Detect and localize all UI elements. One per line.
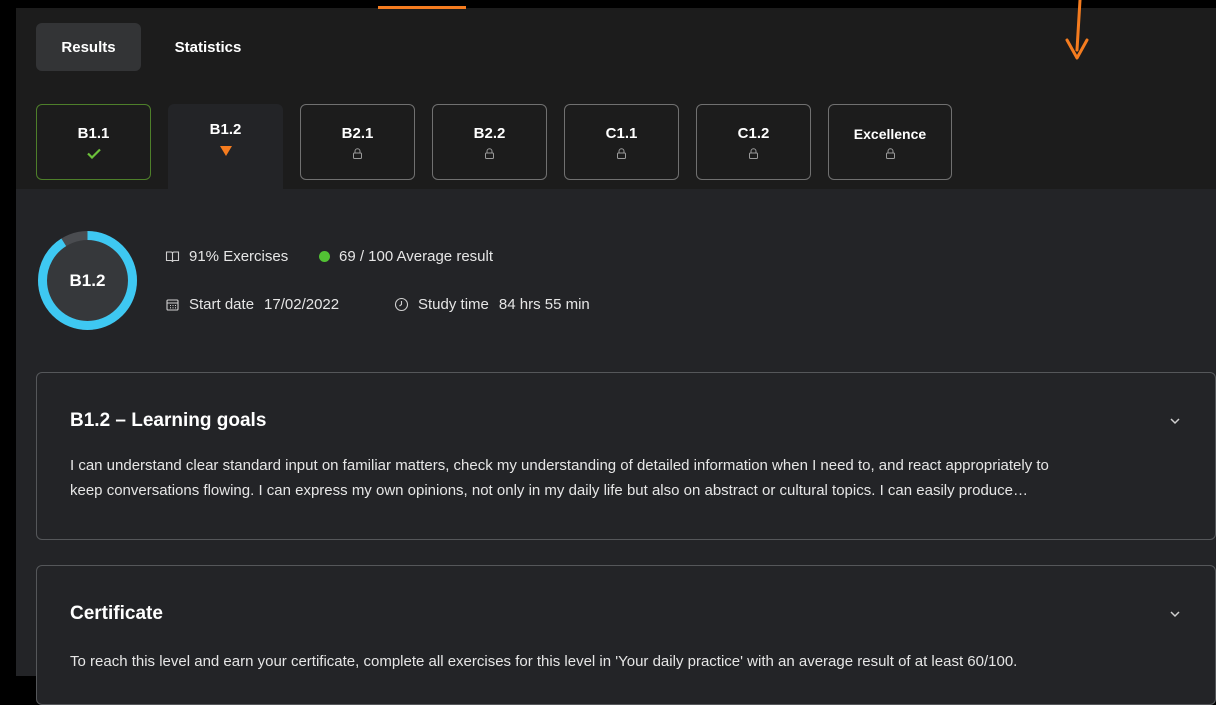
level-b1-2[interactable]: B1.2 xyxy=(168,104,283,189)
level-c1-1[interactable]: C1.1 xyxy=(564,104,679,180)
lock-icon xyxy=(485,148,494,159)
check-icon xyxy=(86,148,101,159)
learning-goals-card[interactable]: B1.2 – Learning goals I can understand c… xyxy=(36,372,1216,540)
study-time-stat: Study time 84 hrs 55 min xyxy=(394,296,590,313)
active-indicator-bar xyxy=(378,6,466,9)
lock-icon xyxy=(353,148,362,159)
level-label: B1.2 xyxy=(209,121,242,138)
current-level-label: B1.2 xyxy=(69,270,106,290)
level-excellence[interactable]: Excellence xyxy=(828,104,952,180)
chevron-down-icon[interactable] xyxy=(1168,414,1182,428)
card-title: B1.2 – Learning goals xyxy=(70,410,267,431)
level-b2-1[interactable]: B2.1 xyxy=(300,104,415,180)
level-label: B2.2 xyxy=(473,125,506,142)
level-label: B1.1 xyxy=(77,125,110,142)
card-title: Certificate xyxy=(70,603,163,624)
tab-statistics[interactable]: Statistics xyxy=(141,23,275,71)
book-icon xyxy=(165,251,180,263)
level-label: B2.1 xyxy=(341,125,374,142)
level-label: C1.2 xyxy=(737,125,770,142)
certificate-card[interactable]: Certificate To reach this level and earn… xyxy=(36,565,1216,705)
exercises-stat: 91% Exercises xyxy=(165,248,288,265)
card-body: To reach this level and earn your certif… xyxy=(70,653,1018,670)
clock-icon xyxy=(394,297,409,312)
view-tabs: Results Statistics xyxy=(36,23,275,71)
level-c1-2[interactable]: C1.2 xyxy=(696,104,811,180)
lock-icon xyxy=(749,148,758,159)
level-b2-2[interactable]: B2.2 xyxy=(432,104,547,180)
average-result-stat: 69 / 100 Average result xyxy=(319,248,493,265)
calendar-icon xyxy=(166,299,179,311)
chevron-down-icon[interactable] xyxy=(1168,607,1182,621)
level-label: Excellence xyxy=(853,125,927,142)
level-label: C1.1 xyxy=(605,125,638,142)
status-dot xyxy=(319,251,330,262)
arrow-down-icon xyxy=(1065,0,1089,60)
triangle-down-icon xyxy=(219,146,232,156)
lock-icon xyxy=(885,147,895,159)
start-date-stat: Start date 17/02/2022 xyxy=(165,296,339,313)
card-body: I can understand clear standard input on… xyxy=(70,457,1049,499)
level-b1-1[interactable]: B1.1 xyxy=(36,104,151,180)
tab-results[interactable]: Results xyxy=(36,23,141,71)
lock-icon xyxy=(617,148,626,159)
